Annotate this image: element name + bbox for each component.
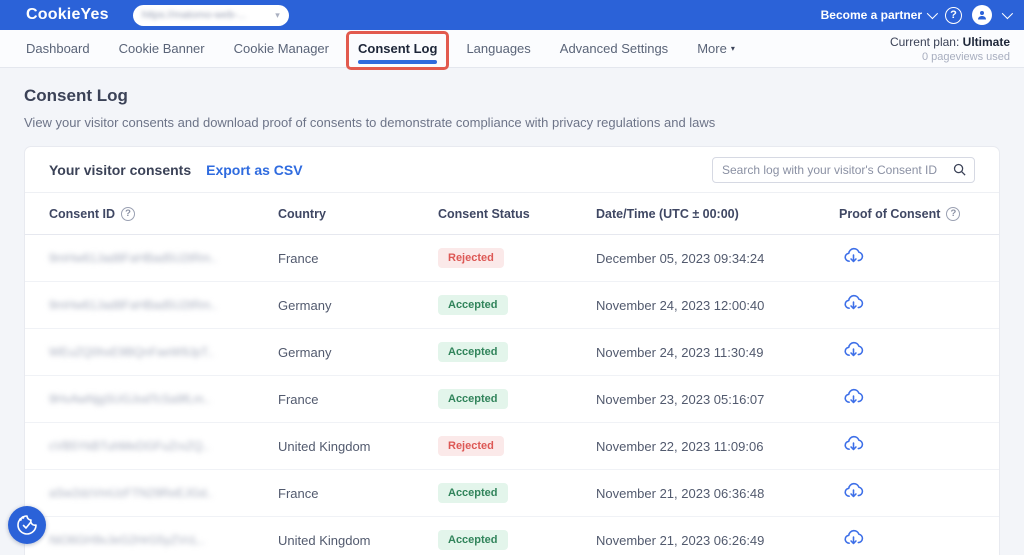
download-proof-button[interactable] <box>843 245 864 266</box>
status-badge: Accepted <box>438 530 508 550</box>
chevron-down-icon <box>927 8 938 19</box>
nav-item-advanced-settings[interactable]: Advanced Settings <box>560 41 668 56</box>
status-badge: Rejected <box>438 436 504 456</box>
table-row: WEuZQ0hxE9BQnFaeW9JpT.. Germany Accepted… <box>25 329 999 376</box>
plan-name: Ultimate <box>963 35 1010 49</box>
nav-item-languages[interactable]: Languages <box>466 41 530 56</box>
nav-item-dashboard[interactable]: Dashboard <box>26 41 90 56</box>
help-icon[interactable]: ? <box>945 7 962 24</box>
domain-selector-value: https://matomo-web-... <box>142 9 246 21</box>
datetime-cell: November 23, 2023 05:16:07 <box>596 392 839 407</box>
consent-log-card: Your visitor consents Export as CSV Cons… <box>24 146 1000 555</box>
download-proof-button[interactable] <box>843 386 864 407</box>
country-cell: United Kingdom <box>278 533 438 548</box>
page-title: Consent Log <box>24 86 1000 106</box>
become-partner-button[interactable]: Become a partner <box>821 8 935 22</box>
consent-id-masked: WEuZQ0hxE9BQnFaeW9JpT.. <box>49 345 214 359</box>
consent-id-masked: 9mHw61Jad8FaHBad5U2tRm.. <box>49 298 217 312</box>
help-icon[interactable]: ? <box>946 207 960 221</box>
status-badge: Accepted <box>438 295 508 315</box>
cookie-check-icon <box>15 513 39 537</box>
datetime-cell: November 24, 2023 12:00:40 <box>596 298 839 313</box>
table-row: 9mHw61Jad8FaHBad5U2tRm.. Germany Accepte… <box>25 282 999 329</box>
col-consent-status: Consent Status <box>438 207 596 221</box>
chevron-down-icon: ▾ <box>275 10 280 21</box>
cookieyes-beacon[interactable] <box>8 506 46 544</box>
download-proof-button[interactable] <box>843 480 864 501</box>
table-row: NiO6GH9vJeG2HrG5yZVcL.. United Kingdom A… <box>25 517 999 555</box>
col-country: Country <box>278 207 438 221</box>
cloud-download-icon <box>843 480 864 501</box>
table-row: 9HvAwNjgSUGJodTcSa9fLm.. France Accepted… <box>25 376 999 423</box>
topbar: CookieYes https://matomo-web-... ▾ Becom… <box>0 0 1024 30</box>
nav-item-cookie-banner[interactable]: Cookie Banner <box>119 41 205 56</box>
card-title: Your visitor consents <box>49 162 191 178</box>
user-icon <box>976 9 988 21</box>
cloud-download-icon <box>843 386 864 407</box>
consent-id-masked: 9HvAwNjgSUGJodTcSa9fLm.. <box>49 392 210 406</box>
cookieyes-logo: CookieYes <box>26 6 109 24</box>
cloud-download-icon <box>843 245 864 266</box>
table-row: 9mHw61Jad8FaHBad5U2tRm.. France Rejected… <box>25 235 999 282</box>
page-head: Consent Log View your visitor consents a… <box>0 68 1024 130</box>
active-tab-underline <box>358 60 437 64</box>
nav-item-cookie-manager[interactable]: Cookie Manager <box>234 41 329 56</box>
col-consent-id: Consent ID ? <box>25 207 278 221</box>
nav-item-consent-log[interactable]: Consent Log <box>346 31 449 70</box>
cloud-download-icon <box>843 433 864 454</box>
main-nav: Dashboard Cookie Banner Cookie Manager C… <box>0 30 1024 68</box>
cloud-download-icon <box>843 339 864 360</box>
consent-id-masked: cVB5YkBTuhMeDGFuZrxZQ.. <box>49 439 209 453</box>
col-datetime: Date/Time (UTC ± 00:00) <box>596 207 839 221</box>
country-cell: Germany <box>278 298 438 313</box>
country-cell: France <box>278 251 438 266</box>
help-icon[interactable]: ? <box>121 207 135 221</box>
status-badge: Accepted <box>438 389 508 409</box>
become-partner-label: Become a partner <box>821 8 922 22</box>
datetime-cell: November 22, 2023 11:09:06 <box>596 439 839 454</box>
domain-selector[interactable]: https://matomo-web-... ▾ <box>133 5 289 26</box>
country-cell: United Kingdom <box>278 439 438 454</box>
search-icon[interactable] <box>952 162 967 182</box>
avatar[interactable] <box>972 5 992 25</box>
download-proof-button[interactable] <box>843 527 864 548</box>
country-cell: France <box>278 486 438 501</box>
search-box <box>712 157 975 183</box>
search-input[interactable] <box>712 157 975 183</box>
consent-id-masked: aSw2dzVmUzFTN29ReEJGd.. <box>49 486 213 500</box>
table-body: 9mHw61Jad8FaHBad5U2tRm.. France Rejected… <box>25 235 999 555</box>
status-badge: Accepted <box>438 483 508 503</box>
table-row: cVB5YkBTuhMeDGFuZrxZQ.. United Kingdom R… <box>25 423 999 470</box>
table-header: Consent ID ? Country Consent Status Date… <box>25 193 999 235</box>
datetime-cell: November 24, 2023 11:30:49 <box>596 345 839 360</box>
current-plan: Current plan: Ultimate <box>890 35 1010 49</box>
cloud-download-icon <box>843 292 864 313</box>
datetime-cell: December 05, 2023 09:34:24 <box>596 251 839 266</box>
country-cell: France <box>278 392 438 407</box>
chevron-down-icon[interactable] <box>1002 8 1013 19</box>
export-csv-link[interactable]: Export as CSV <box>206 162 302 178</box>
cloud-download-icon <box>843 527 864 548</box>
table-row: aSw2dzVmUzFTN29ReEJGd.. France Accepted … <box>25 470 999 517</box>
col-proof-of-consent: Proof of Consent ? <box>839 207 999 221</box>
status-badge: Accepted <box>438 342 508 362</box>
pageviews-used: 0 pageviews used <box>890 51 1010 63</box>
download-proof-button[interactable] <box>843 339 864 360</box>
download-proof-button[interactable] <box>843 292 864 313</box>
nav-item-more[interactable]: More ▾ <box>697 41 735 56</box>
datetime-cell: November 21, 2023 06:36:48 <box>596 486 839 501</box>
card-header: Your visitor consents Export as CSV <box>25 147 999 193</box>
status-badge: Rejected <box>438 248 504 268</box>
datetime-cell: November 21, 2023 06:26:49 <box>596 533 839 548</box>
download-proof-button[interactable] <box>843 433 864 454</box>
caret-down-icon: ▾ <box>731 44 735 53</box>
country-cell: Germany <box>278 345 438 360</box>
consent-id-masked: 9mHw61Jad8FaHBad5U2tRm.. <box>49 251 217 265</box>
plan-info: Current plan: Ultimate 0 pageviews used <box>890 35 1010 63</box>
page-subtitle: View your visitor consents and download … <box>24 115 1000 130</box>
consent-id-masked: NiO6GH9vJeG2HrG5yZVcL.. <box>49 533 205 547</box>
